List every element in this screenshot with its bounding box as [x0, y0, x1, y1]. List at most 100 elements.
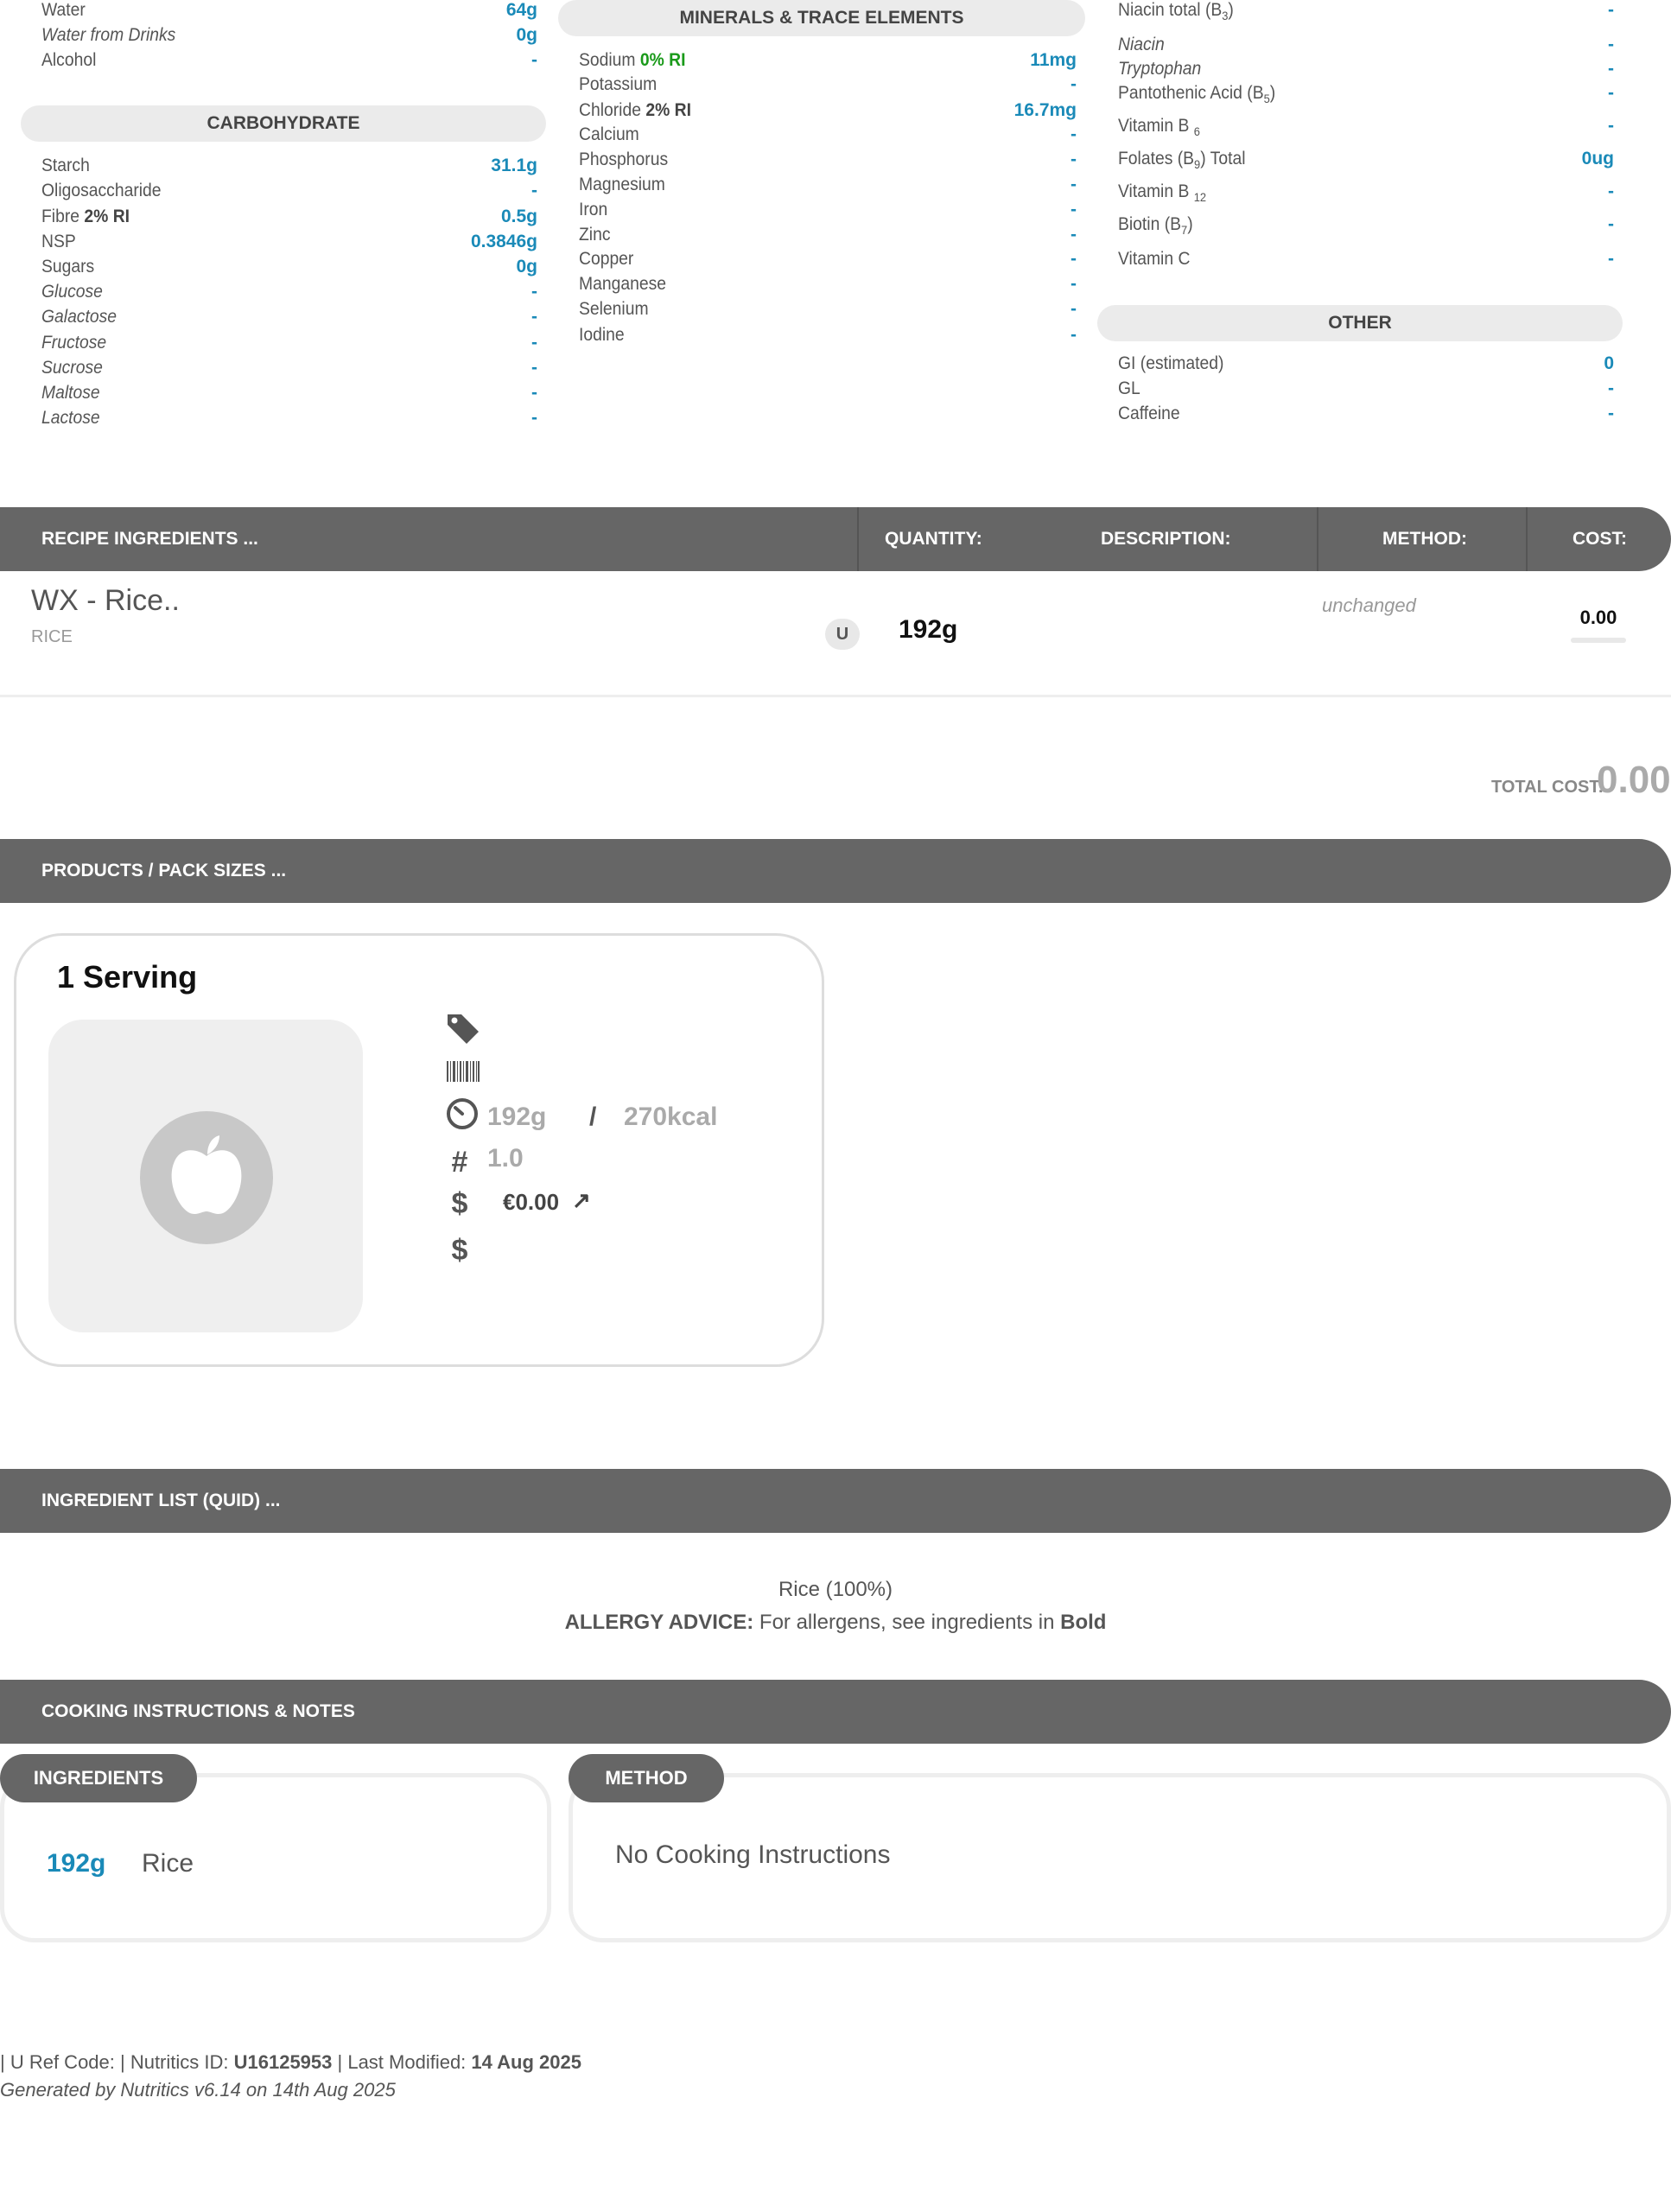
nutrient-value: -	[1608, 249, 1614, 269]
nutrient-label: Iodine	[579, 325, 625, 345]
products-bar: PRODUCTS / PACK SIZES ...	[0, 839, 1671, 903]
allergy-label: ALLERGY ADVICE:	[564, 1611, 754, 1634]
divider	[0, 695, 1671, 697]
column-divider	[1526, 507, 1528, 571]
ingredients-tab[interactable]: INGREDIENTS	[0, 1754, 197, 1802]
nutrient-label: Magnesium	[579, 175, 665, 194]
cooking-ingredient-qty: 192g	[47, 1849, 106, 1878]
nutrient-label: Potassium	[579, 74, 658, 94]
column-divider	[1317, 507, 1318, 571]
total-cost-value: 0.00	[1597, 759, 1671, 801]
nutrient-row: Niacin -	[1097, 35, 1614, 59]
recipe-ingredients-title: RECIPE INGREDIENTS ...	[41, 529, 258, 549]
cost-underline	[1571, 638, 1626, 643]
nutrient-row: Fructose -	[21, 333, 537, 357]
nutrient-label: Water from Drinks	[41, 25, 176, 45]
nutrient-row: Folates (B9) Total 0ug	[1097, 149, 1614, 173]
nutrient-value: -	[1071, 124, 1077, 144]
nutrient-row: Vitamin B 12 -	[1097, 181, 1614, 206]
nutrient-row: Potassium -	[558, 74, 1077, 99]
nutrient-value: -	[531, 383, 537, 403]
nutrient-label: Selenium	[579, 299, 649, 319]
unit-badge[interactable]: U	[825, 619, 860, 650]
weight-energy-separator: /	[589, 1103, 597, 1131]
nutrient-label: Phosphorus	[579, 149, 669, 169]
nutrient-row: Lactose -	[21, 408, 537, 432]
other-header: OTHER	[1097, 305, 1623, 341]
nutrient-row: Glucose -	[21, 282, 537, 306]
pack-weight: 192g	[487, 1103, 547, 1131]
nutrient-row: Alcohol -	[21, 50, 537, 74]
nutrient-label: GL	[1118, 378, 1140, 398]
products-title: PRODUCTS / PACK SIZES ...	[41, 861, 287, 880]
nutrient-label: Sugars	[41, 257, 95, 276]
nutrient-value: -	[531, 307, 537, 327]
nutrient-row: Calcium -	[558, 124, 1077, 149]
allergy-advice: ALLERGY ADVICE: For allergens, see ingre…	[0, 1611, 1671, 1635]
nutrient-row: GL -	[1097, 378, 1614, 403]
nutrient-value: -	[1608, 214, 1614, 234]
nutrient-row: Caffeine -	[1097, 404, 1614, 428]
ingredient-category: RICE	[31, 627, 73, 646]
nutrient-value: -	[1071, 149, 1077, 169]
nutrient-row: Tryptophan -	[1097, 59, 1614, 83]
method-text: No Cooking Instructions	[615, 1840, 891, 1869]
nutrient-row: Pantothenic Acid (B5) -	[1097, 83, 1614, 107]
recipe-ingredients-bar: RECIPE INGREDIENTS ... QUANTITY: DESCRIP…	[0, 507, 1671, 571]
nutrient-row: Copper -	[558, 249, 1077, 273]
nutrient-row: Niacin total (B3) -	[1097, 0, 1614, 24]
nutrient-value: 0g	[516, 257, 537, 276]
cooking-bar: COOKING INSTRUCTIONS & NOTES	[0, 1680, 1671, 1744]
ingredient-cost: 0.00	[1579, 607, 1617, 628]
method-tab[interactable]: METHOD	[569, 1754, 724, 1802]
nutrient-label: Starch	[41, 156, 90, 175]
nutrient-row: Vitamin C -	[1097, 249, 1614, 273]
nutrient-label: Folates (B9) Total	[1118, 149, 1246, 172]
nutrient-value: -	[531, 282, 537, 302]
method-column-header: METHOD:	[1382, 529, 1467, 549]
nutrient-label: Iron	[579, 200, 608, 219]
nutrient-value: -	[1608, 404, 1614, 423]
nutrient-label: NSP	[41, 232, 76, 251]
nutrient-row: Manganese -	[558, 274, 1077, 298]
nutrient-label: Biotin (B7)	[1118, 214, 1193, 238]
column-divider	[857, 507, 859, 571]
nutrient-label: Niacin	[1118, 35, 1165, 54]
nutrient-label: Caffeine	[1118, 404, 1180, 423]
ri-percentage: 2% RI	[645, 100, 691, 120]
nutrient-value: -	[531, 181, 537, 200]
allergy-bold: Bold	[1060, 1611, 1107, 1634]
nutrient-label: Glucose	[41, 282, 103, 302]
nutrient-row: Water 64g	[21, 0, 537, 24]
ingredient-name-link[interactable]: WX - Rice..	[31, 584, 180, 618]
nutrient-value: -	[1608, 181, 1614, 201]
cooking-title: COOKING INSTRUCTIONS & NOTES	[41, 1701, 355, 1721]
nutrient-row: Iron -	[558, 200, 1077, 224]
nutrient-row: Starch 31.1g	[21, 156, 537, 180]
nutrient-row: GI (estimated) 0	[1097, 353, 1614, 378]
minerals-header: MINERALS & TRACE ELEMENTS	[558, 0, 1085, 36]
nutrient-label: Chloride 2% RI	[579, 100, 691, 120]
dollar-icon: $	[451, 1187, 468, 1220]
nutrient-label: Manganese	[579, 274, 666, 294]
generated-by: Generated by Nutritics v6.14 on 14th Aug…	[0, 2079, 396, 2101]
nutrient-label: Pantothenic Acid (B5)	[1118, 83, 1276, 106]
nutrient-value: -	[1071, 74, 1077, 94]
last-modified-date: 14 Aug 2025	[471, 2051, 581, 2073]
nutrient-row: Zinc -	[558, 225, 1077, 249]
nutrient-value: -	[1071, 325, 1077, 345]
nutrient-value: -	[531, 408, 537, 428]
nutrient-row: Magnesium -	[558, 175, 1077, 199]
dial-icon	[446, 1097, 479, 1130]
quantity-column-header: QUANTITY:	[885, 529, 982, 549]
footer-ref: | U Ref Code: | Nutritics ID:	[0, 2051, 234, 2073]
quid-bar: INGREDIENT LIST (QUID) ...	[0, 1469, 1671, 1533]
price-link-arrow-icon[interactable]: ↗	[572, 1187, 591, 1214]
nutrient-row: Maltose -	[21, 383, 537, 407]
ri-percentage: 2% RI	[84, 207, 130, 226]
total-cost-label: TOTAL COST:	[1491, 778, 1604, 797]
nutrient-row: Selenium -	[558, 299, 1077, 323]
nutrient-label: Tryptophan	[1118, 59, 1202, 79]
quid-text: Rice (100%)	[778, 1578, 893, 1601]
nutrient-row: NSP 0.3846g	[21, 232, 537, 256]
